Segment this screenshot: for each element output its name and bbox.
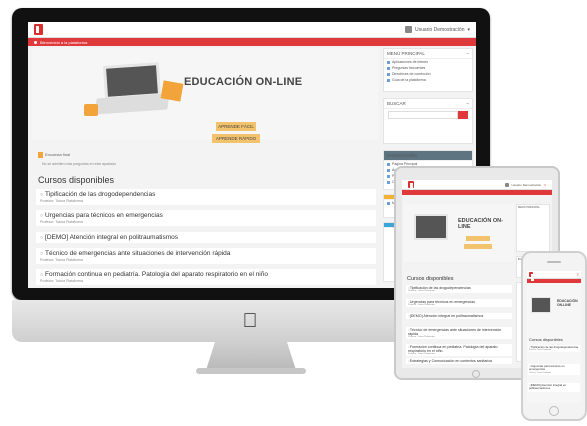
avatar <box>405 26 413 33</box>
collapse-icon[interactable]: – <box>466 51 469 56</box>
search-input[interactable] <box>388 111 458 119</box>
main-content: EDUCACIÓN ON-LINE APRENDE FÁCIL APRENDE … <box>32 48 378 288</box>
laptop-illustration <box>531 297 551 313</box>
survey-icon <box>38 152 43 158</box>
apple-logo-icon:  <box>239 310 261 332</box>
course-item[interactable]: Técnico de emergencias ante situaciones … <box>406 327 512 340</box>
course-item[interactable]: Tipificación de las drogodependenciasPro… <box>36 189 376 205</box>
iphone-device: ≡ EDUCACIÓN ON-LINE Cursos disponibles T… <box>521 251 587 421</box>
course-item[interactable]: Urgencias para técnicos en emergenciasPr… <box>36 210 376 226</box>
site-logo[interactable] <box>408 181 414 190</box>
top-bar: Usuario Demostración ≡ <box>402 180 552 190</box>
learn-easy-button[interactable]: APRENDE FÁCIL <box>216 122 256 131</box>
welcome-banner: Bienvenido a la plataforma <box>28 38 476 46</box>
imac-foot <box>196 368 306 374</box>
learn-fast-button[interactable] <box>464 244 492 249</box>
courses-heading: Cursos disponibles <box>529 337 563 342</box>
laptop-illustration <box>84 60 184 118</box>
search-button[interactable] <box>458 111 468 119</box>
course-teacher: Profesor: Tutora Plataforma <box>529 349 552 352</box>
search-block: BUSCAR – <box>383 98 473 144</box>
speaker <box>547 261 561 263</box>
course-item[interactable]: Técnico de emergencias ante situaciones … <box>36 248 376 264</box>
user-name: Usuario Demostración <box>511 182 542 187</box>
course-title[interactable]: [DEMO] Atención integral en politraumati… <box>40 234 372 241</box>
hero-title: EDUCACIÓN ON-LINE <box>184 76 303 88</box>
courses-heading: Cursos disponibles <box>407 276 454 282</box>
main-menu-block: MENÚ PRINCIPAL – Aplicaciones de interés … <box>383 48 473 92</box>
hero-banner: EDUCACIÓN ON-LINE APRENDE FÁCIL APRENDE … <box>32 48 378 143</box>
course-item[interactable]: Tipificación de las drogodependenciasPro… <box>528 345 580 353</box>
collapse-icon[interactable]: – <box>466 101 469 106</box>
notice[interactable]: Encuesta final <box>38 152 70 158</box>
user-menu[interactable]: Usuario Demostración ≡ <box>504 182 546 187</box>
avatar <box>504 182 509 187</box>
course-item[interactable]: Estrategias y Comunicación en contextos … <box>406 358 512 365</box>
course-title[interactable]: Urgencias para técnicos en emergencias <box>40 212 372 219</box>
main-menu-block: MENÚ PRINCIPAL <box>516 204 550 252</box>
learn-fast-button[interactable]: APRENDE RÁPIDO <box>212 134 260 143</box>
device-mockup: Usuario Demostración ▾ Bienvenido a la p… <box>0 0 587 426</box>
course-title[interactable]: [DEMO] Atención integral en politraumati… <box>529 383 579 391</box>
course-title[interactable]: [DEMO] Atención integral en politraumati… <box>408 314 510 318</box>
user-menu[interactable]: Usuario Demostración ▾ <box>405 26 470 33</box>
learn-easy-button[interactable] <box>466 236 490 241</box>
course-teacher: Profesor: Tutora Plataforma <box>408 290 435 293</box>
course-teacher: Profesor: Tutora Plataforma <box>40 258 83 262</box>
courses-heading: Cursos disponibles <box>38 175 115 185</box>
menu-icon[interactable]: ≡ <box>577 272 579 277</box>
block-title: MENÚ PRINCIPAL <box>387 51 425 56</box>
welcome-banner <box>527 279 581 283</box>
course-teacher: Profesor: Tutora Plataforma <box>40 279 83 283</box>
user-name: Usuario Demostración <box>415 26 465 33</box>
course-item[interactable]: Urgencias para técnicos en emergenciasPr… <box>528 364 580 375</box>
block-title: BUSCAR <box>387 101 406 106</box>
top-bar: Usuario Demostración ▾ <box>28 22 476 38</box>
hero-banner: EDUCACIÓN ON-LINE <box>404 204 514 262</box>
course-item[interactable]: Formación continua en pediatría. Patolog… <box>406 344 512 357</box>
welcome-banner <box>402 190 552 195</box>
course-teacher: Profesor: Tutora Plataforma <box>408 304 435 307</box>
menu-link[interactable]: Guía de la plataforma <box>384 77 472 83</box>
site-logo[interactable] <box>34 24 43 35</box>
course-item[interactable]: Urgencias para técnicos en emergenciasPr… <box>406 299 512 308</box>
menu-icon[interactable]: ≡ <box>544 183 546 187</box>
course-item[interactable]: Tipificación de las drogodependenciasPro… <box>406 285 512 294</box>
course-item[interactable]: [DEMO] Atención integral en politraumati… <box>528 383 580 392</box>
top-bar: ≡ <box>527 271 581 281</box>
course-title[interactable]: Técnico de emergencias ante situaciones … <box>40 250 372 257</box>
iphone-screen: ≡ EDUCACIÓN ON-LINE Cursos disponibles T… <box>527 271 581 403</box>
notice-subtitle: No se admiten más preguntas en este apar… <box>42 162 116 166</box>
site-logo[interactable] <box>529 272 534 281</box>
chevron-down-icon: ▾ <box>467 26 470 33</box>
alert-icon <box>34 40 37 44</box>
course-item[interactable]: [DEMO] Atención integral en politraumati… <box>406 313 512 320</box>
course-item[interactable]: Formación continua en pediatría. Patolog… <box>36 269 376 285</box>
course-teacher: Profesor: Tutora Plataforma <box>40 220 83 224</box>
course-teacher: Profesor: Tutora Plataforma <box>529 371 552 374</box>
banner-text: Bienvenido a la plataforma <box>40 39 88 45</box>
laptop-illustration <box>414 214 448 240</box>
hero-title: EDUCACIÓN ON-LINE <box>557 299 578 307</box>
hero-banner: EDUCACIÓN ON-LINE <box>527 291 581 331</box>
course-teacher: Profesor: Tutora Plataforma <box>408 353 435 356</box>
course-title[interactable]: Tipificación de las drogodependencias <box>40 191 372 198</box>
course-teacher: Profesor: Tutora Plataforma <box>408 336 435 339</box>
course-title[interactable]: Urgencias para técnicos en emergencias <box>529 364 579 372</box>
notice-title: Encuesta final <box>45 152 71 158</box>
course-title[interactable]: Estrategias y Comunicación en contextos … <box>408 359 510 363</box>
course-title[interactable]: Formación continua en pediatría. Patolog… <box>40 271 372 278</box>
block-title: NAVEGACIÓN <box>387 153 417 158</box>
home-button[interactable] <box>549 406 559 416</box>
imac-stand <box>206 342 296 370</box>
course-teacher: Profesor: Tutora Plataforma <box>40 199 83 203</box>
hero-title: EDUCACIÓN ON-LINE <box>458 218 503 230</box>
home-button[interactable] <box>472 370 480 378</box>
block-title: MENÚ PRINCIPAL <box>518 206 540 209</box>
course-item[interactable]: [DEMO] Atención integral en politraumati… <box>36 232 376 243</box>
main-content: EDUCACIÓN ON-LINE Cursos disponibles Tip… <box>404 204 514 368</box>
